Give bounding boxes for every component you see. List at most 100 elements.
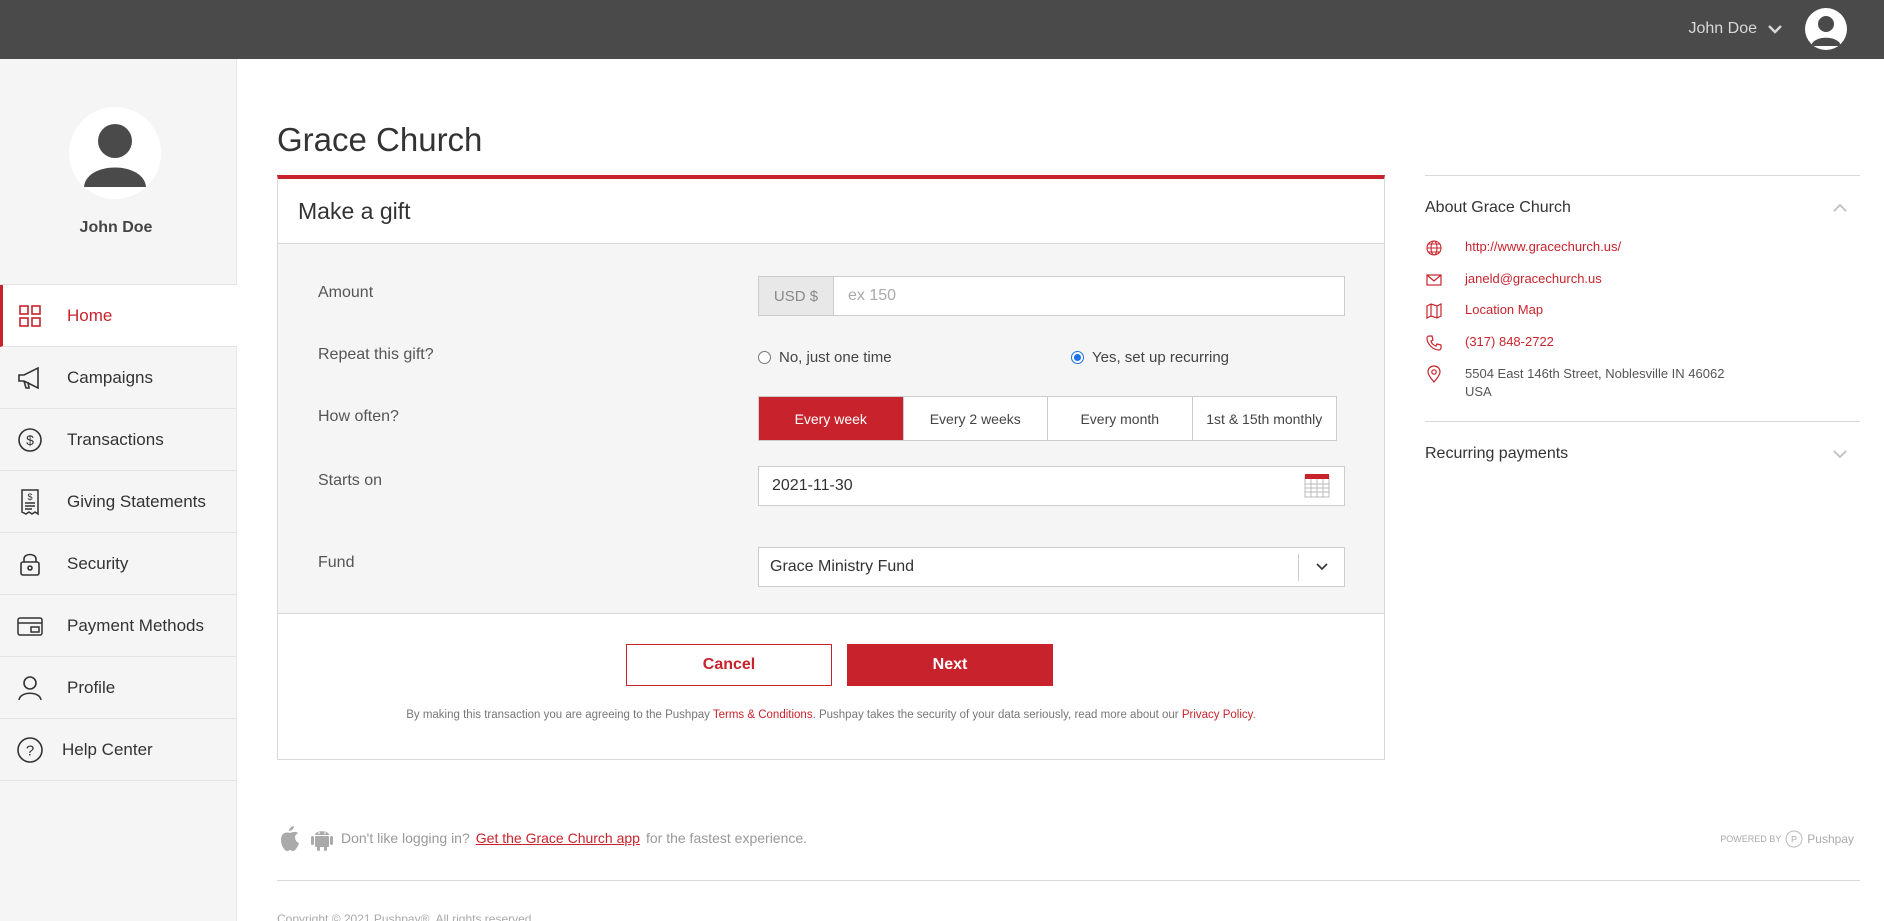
sidebar-item-label: Home: [67, 305, 113, 325]
sidebar-item-label: Payment Methods: [67, 615, 205, 635]
sidebar-item-label: Help Center: [62, 739, 153, 759]
pushpay-brand[interactable]: Pushpay: [1807, 832, 1854, 846]
apple-icon[interactable]: [277, 824, 303, 852]
sidebar-item-campaigns[interactable]: Campaigns: [0, 347, 237, 409]
map-item: Location Map: [1425, 302, 1543, 320]
svg-text:$: $: [27, 492, 32, 502]
get-app-link[interactable]: Get the Grace Church app: [476, 830, 640, 846]
calendar-icon[interactable]: [1304, 473, 1330, 499]
app-promo-text: for the fastest experience.: [645, 830, 808, 846]
fund-value: Grace Ministry Fund: [770, 558, 915, 575]
start-date-value: 2021-11-30: [772, 477, 853, 494]
chevron-down-icon[interactable]: [1315, 561, 1329, 573]
frequency-every-month[interactable]: Every month: [1048, 397, 1193, 440]
recurring-payments-title[interactable]: Recurring payments: [1425, 445, 1568, 463]
sidebar-item-transactions[interactable]: $ Transactions: [0, 409, 237, 471]
map-icon: [1426, 303, 1442, 319]
radio-label: Yes, set up recurring: [1092, 349, 1230, 366]
profile-name: John Doe: [79, 219, 153, 236]
powered-by: POWERED BY P Pushpay: [1720, 830, 1854, 848]
radio-button[interactable]: [758, 351, 771, 364]
panel-divider: [1425, 421, 1860, 422]
svg-text:P: P: [1791, 835, 1797, 845]
phone-link[interactable]: (317) 848-2722: [1465, 334, 1554, 352]
sidebar-item-label: Profile: [67, 677, 116, 697]
globe-icon: [1426, 240, 1442, 256]
sidebar-item-home[interactable]: Home: [0, 285, 237, 347]
receipt-icon: $: [21, 488, 39, 515]
gift-form: Amount USD $ Repeat this gift? No, just …: [278, 244, 1384, 614]
amount-input[interactable]: [834, 277, 1344, 315]
chevron-down-icon[interactable]: [1832, 449, 1848, 459]
sidebar-item-profile[interactable]: Profile: [0, 657, 237, 719]
page-title: Grace Church: [277, 121, 483, 158]
sidebar-item-security[interactable]: Security: [0, 533, 237, 595]
email-item: janeld@gracechurch.us: [1425, 271, 1602, 289]
sidebar-item-giving-statements[interactable]: $ Giving Statements: [0, 471, 237, 533]
megaphone-icon: [18, 366, 39, 389]
radio-button-checked[interactable]: [1071, 351, 1084, 364]
copyright: Copyright © 2021 Pushpay®. All rights re…: [277, 912, 535, 921]
user-menu[interactable]: John Doe: [1689, 8, 1847, 50]
question-icon: ?: [17, 736, 43, 763]
repeat-option-recurring[interactable]: Yes, set up recurring: [1071, 349, 1229, 366]
powered-by-text: POWERED BY: [1720, 834, 1782, 844]
card-title: Make a gift: [278, 179, 1384, 244]
person-icon: [18, 675, 42, 700]
email-link[interactable]: janeld@gracechurch.us: [1465, 271, 1602, 289]
sidebar-item-label: Transactions: [67, 429, 164, 449]
svg-text:?: ?: [26, 742, 34, 759]
location-pin-icon: [1427, 365, 1441, 383]
amount-label: Amount: [318, 284, 374, 301]
cancel-button[interactable]: Cancel: [626, 644, 832, 686]
legal-text: . Pushpay takes the security of your dat…: [812, 709, 1182, 721]
card-icon: [17, 616, 43, 636]
location-map-link[interactable]: Location Map: [1465, 302, 1543, 320]
address: 5504 East 146th Street, Noblesville IN 4…: [1465, 365, 1724, 401]
frequency-label: How often?: [318, 408, 399, 425]
app-promo-text: Don't like logging in?: [341, 830, 470, 846]
start-date-input[interactable]: 2021-11-30: [758, 466, 1345, 506]
repeat-label: Repeat this gift?: [318, 346, 434, 363]
gift-card: Make a gift Amount USD $ Repeat this gif…: [277, 175, 1385, 760]
user-avatar-icon[interactable]: [1805, 8, 1847, 50]
frequency-1st-15th[interactable]: 1st & 15th monthly: [1193, 397, 1337, 440]
footer-divider: [277, 880, 1860, 881]
home-grid-icon: [19, 304, 41, 327]
chevron-up-icon[interactable]: [1832, 203, 1848, 213]
dollar-icon: $: [18, 427, 42, 452]
sidebar-item-label: Giving Statements: [67, 491, 206, 511]
user-name[interactable]: John Doe: [1689, 20, 1758, 38]
legal-text: .: [1252, 709, 1256, 721]
frequency-selector: Every week Every 2 weeks Every month 1st…: [758, 396, 1337, 441]
terms-link[interactable]: Terms & Conditions: [713, 709, 813, 721]
android-icon[interactable]: [309, 824, 335, 852]
app-promo: Don't like logging in? Get the Grace Chu…: [277, 824, 807, 852]
fund-label: Fund: [318, 554, 355, 571]
phone-icon: [1426, 335, 1442, 351]
website-item: http://www.gracechurch.us/: [1425, 239, 1621, 257]
sidebar-item-payment-methods[interactable]: Payment Methods: [0, 595, 237, 657]
mail-icon: [1426, 274, 1442, 286]
next-button[interactable]: Next: [847, 644, 1053, 686]
frequency-every-2-weeks[interactable]: Every 2 weeks: [904, 397, 1048, 440]
fund-select[interactable]: Grace Ministry Fund: [758, 547, 1345, 587]
privacy-link[interactable]: Privacy Policy: [1182, 709, 1253, 721]
legal-notice: By making this transaction you are agree…: [278, 709, 1384, 721]
starts-on-label: Starts on: [318, 472, 383, 489]
svg-text:$: $: [26, 432, 34, 448]
phone-item: (317) 848-2722: [1425, 334, 1554, 352]
profile-avatar-icon: [69, 107, 161, 199]
address-line: 5504 East 146th Street, Noblesville IN 4…: [1465, 366, 1725, 381]
top-bar: John Doe: [0, 0, 1884, 59]
about-panel: About Grace Church http://www.gracechurc…: [1425, 175, 1860, 462]
sidebar-item-help-center[interactable]: ? Help Center: [0, 719, 237, 781]
sidebar-nav: Home Campaigns $ Transactions $ Giving S…: [0, 284, 237, 781]
select-divider: [1298, 554, 1299, 581]
frequency-every-week[interactable]: Every week: [759, 397, 904, 440]
repeat-option-one-time[interactable]: No, just one time: [758, 349, 892, 366]
about-title[interactable]: About Grace Church: [1425, 199, 1571, 217]
radio-label: No, just one time: [779, 349, 892, 366]
website-link[interactable]: http://www.gracechurch.us/: [1465, 239, 1621, 257]
chevron-down-icon[interactable]: [1767, 23, 1783, 35]
